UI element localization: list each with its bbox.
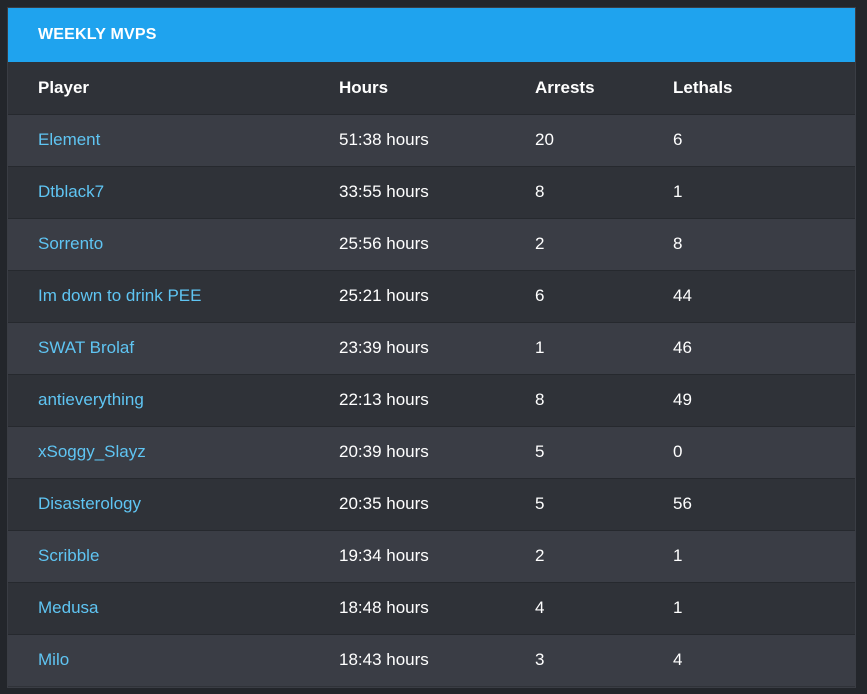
table-row: Im down to drink PEE 25:21 hours 6 44 (8, 270, 855, 322)
hours-cell: 22:13 hours (339, 390, 429, 409)
player-link[interactable]: SWAT Brolaf (8, 322, 339, 374)
lethals-cell: 44 (673, 286, 692, 305)
lethals-cell: 6 (673, 130, 683, 149)
lethals-cell: 0 (673, 442, 683, 461)
player-link[interactable]: Milo (8, 634, 339, 686)
column-header-lethals: Lethals (673, 62, 855, 115)
lethals-cell: 1 (673, 182, 683, 201)
player-link[interactable]: xSoggy_Slayz (8, 426, 339, 478)
table-row: Dtblack7 33:55 hours 8 1 (8, 166, 855, 218)
table-row: SWAT Brolaf 23:39 hours 1 46 (8, 322, 855, 374)
panel-title: WEEKLY MVPS (38, 26, 157, 43)
player-link[interactable]: Scribble (8, 530, 339, 582)
arrests-cell: 8 (535, 182, 545, 201)
table-row: antieverything 22:13 hours 8 49 (8, 374, 855, 426)
weekly-mvps-panel: WEEKLY MVPS Player Hours Arrests Lethals… (7, 7, 856, 688)
arrests-cell: 6 (535, 286, 545, 305)
player-link[interactable]: Dtblack7 (8, 166, 339, 218)
lethals-cell: 1 (673, 598, 683, 617)
lethals-cell: 8 (673, 234, 683, 253)
table-row: Scribble 19:34 hours 2 1 (8, 530, 855, 582)
player-link[interactable]: Disasterology (8, 478, 339, 530)
table-body: Element 51:38 hours 20 6 Dtblack7 33:55 … (8, 114, 855, 686)
arrests-cell: 4 (535, 598, 545, 617)
lethals-cell: 56 (673, 494, 692, 513)
arrests-cell: 3 (535, 650, 545, 670)
lethals-cell: 46 (673, 338, 692, 357)
table-row: Milo 18:43 hours 3 4 (8, 634, 855, 686)
player-link[interactable]: antieverything (8, 374, 339, 426)
hours-cell: 25:21 hours (339, 286, 429, 305)
player-link[interactable]: Element (8, 114, 339, 166)
column-header-arrests: Arrests (535, 62, 673, 115)
player-link[interactable]: Medusa (8, 582, 339, 634)
arrests-cell: 5 (535, 494, 545, 513)
table-row: Disasterology 20:35 hours 5 56 (8, 478, 855, 530)
arrests-cell: 20 (535, 130, 554, 149)
hours-cell: 20:35 hours (339, 494, 429, 513)
lethals-cell: 4 (673, 650, 683, 670)
mvp-table: Player Hours Arrests Lethals Element 51:… (8, 62, 855, 686)
table-row: Sorrento 25:56 hours 2 8 (8, 218, 855, 270)
hours-cell: 23:39 hours (339, 338, 429, 357)
table-row: Element 51:38 hours 20 6 (8, 114, 855, 166)
arrests-cell: 5 (535, 442, 545, 461)
lethals-cell: 1 (673, 546, 683, 565)
hours-cell: 18:48 hours (339, 598, 429, 617)
player-link[interactable]: Im down to drink PEE (8, 270, 339, 322)
lethals-cell: 49 (673, 390, 692, 409)
player-link[interactable]: Sorrento (8, 218, 339, 270)
arrests-cell: 1 (535, 338, 545, 357)
column-header-player: Player (8, 62, 339, 115)
table-row: Medusa 18:48 hours 4 1 (8, 582, 855, 634)
arrests-cell: 8 (535, 390, 545, 409)
arrests-cell: 2 (535, 546, 545, 565)
table-header-row: Player Hours Arrests Lethals (8, 62, 855, 115)
hours-cell: 20:39 hours (339, 442, 429, 461)
hours-cell: 19:34 hours (339, 546, 429, 565)
column-header-hours: Hours (339, 62, 535, 115)
hours-cell: 33:55 hours (339, 182, 429, 201)
panel-header: WEEKLY MVPS (8, 8, 855, 62)
arrests-cell: 2 (535, 234, 545, 253)
hours-cell: 51:38 hours (339, 130, 429, 149)
table-row: xSoggy_Slayz 20:39 hours 5 0 (8, 426, 855, 478)
hours-cell: 25:56 hours (339, 234, 429, 253)
hours-cell: 18:43 hours (339, 650, 429, 670)
